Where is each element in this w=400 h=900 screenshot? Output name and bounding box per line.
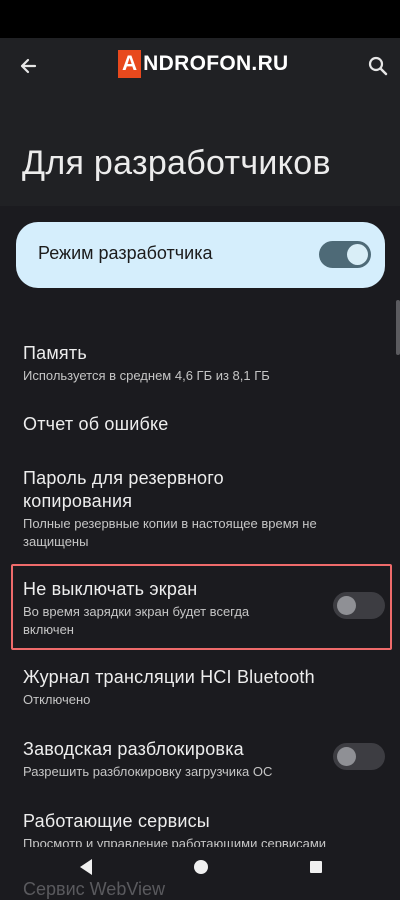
item-subtitle-line1: Во время зарядки экран будет всегда: [23, 604, 250, 619]
item-subtitle-line2: включен: [23, 622, 74, 637]
list-item-stay-awake[interactable]: Не выключать экран Во время зарядки экра…: [23, 578, 249, 639]
page-title: Для разработчиков: [22, 144, 331, 182]
item-subtitle: Используется в среднем 4,6 ГБ из 8,1 ГБ: [23, 368, 270, 383]
item-title: Журнал трансляции HCI Bluetooth: [23, 667, 315, 687]
item-title: Память: [23, 343, 87, 363]
logo-letter: A: [118, 50, 142, 78]
developer-mode-switch[interactable]: [319, 241, 371, 268]
list-item-hci-bluetooth-log[interactable]: Журнал трансляции HCI Bluetooth Отключен…: [23, 666, 315, 709]
item-title-line2: копирования: [23, 491, 133, 511]
item-subtitle: Отключено: [23, 692, 91, 707]
developer-mode-card[interactable]: Режим разработчика: [16, 222, 385, 288]
item-title: Работающие сервисы: [23, 811, 210, 831]
status-bar: [0, 0, 400, 38]
back-arrow-icon[interactable]: [14, 52, 42, 80]
item-title-line1: Пароль для резервного: [23, 468, 224, 488]
switch-knob: [337, 596, 356, 615]
logo-text: NDROFON.RU: [143, 52, 289, 75]
switch-knob: [337, 747, 356, 766]
item-subtitle-line1: Полные резервные копии в настоящее время…: [23, 516, 317, 531]
list-item-webview-partial[interactable]: Сервис WebView: [23, 879, 165, 900]
androfon-logo: A NDROFON.RU: [118, 49, 289, 79]
item-subtitle: Разрешить разблокировку загрузчика ОС: [23, 764, 273, 779]
stay-awake-switch[interactable]: [333, 592, 385, 619]
oem-unlock-switch[interactable]: [333, 743, 385, 770]
switch-knob: [347, 244, 368, 265]
scrollbar[interactable]: [396, 300, 400, 355]
developer-mode-label: Режим разработчика: [38, 243, 213, 263]
search-icon[interactable]: [364, 52, 392, 80]
nav-home-icon[interactable]: [194, 860, 208, 874]
list-item-oem-unlock[interactable]: Заводская разблокировка Разрешить разбло…: [23, 738, 272, 781]
nav-back-icon[interactable]: [78, 858, 94, 881]
list-item-bug-report[interactable]: Отчет об ошибке: [23, 413, 169, 436]
item-subtitle-line2: защищены: [23, 534, 89, 549]
list-item-memory[interactable]: Память Используется в среднем 4,6 ГБ из …: [23, 342, 270, 385]
item-title: Заводская разблокировка: [23, 739, 244, 759]
list-item-backup-password[interactable]: Пароль для резервного копирования Полные…: [23, 467, 317, 551]
nav-recents-icon[interactable]: [310, 861, 322, 873]
item-title: Не выключать экран: [23, 579, 198, 599]
item-title: Отчет об ошибке: [23, 414, 169, 434]
